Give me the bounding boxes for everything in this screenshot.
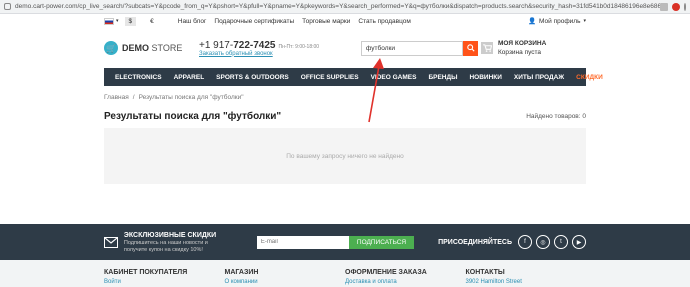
search-button[interactable] (463, 40, 478, 56)
lock-icon (4, 3, 11, 10)
top-links: Наш блог Подарочные сертификаты Торговые… (178, 18, 411, 25)
logo-light-text: STORE (151, 43, 183, 53)
footer-heading: КАБИНЕТ ПОКУПАТЕЛЯ (104, 269, 188, 276)
main-nav: ELECTRONICS APPAREL SPORTS & OUTDOORS OF… (104, 68, 603, 86)
cart-widget[interactable]: МОЯ КОРЗИНА Корзина пуста (481, 39, 546, 57)
breadcrumb: Главная / Результаты поиска для "футболк… (0, 94, 690, 101)
profile-menu[interactable]: 👤 Мой профиль ▾ (527, 17, 586, 26)
footer-link[interactable]: Доставка и оплата (345, 279, 466, 285)
browser-extensions (660, 2, 686, 11)
footer-col-store: МАГАЗИН О компании (225, 269, 346, 287)
nav-item-electronics[interactable]: ELECTRONICS (109, 74, 168, 81)
nav-item-new[interactable]: НОВИНКИ (463, 74, 507, 81)
footer: КАБИНЕТ ПОКУПАТЕЛЯ Войти МАГАЗИН О компа… (0, 260, 690, 287)
nav-item-video-games[interactable]: VIDEO GAMES (365, 74, 423, 81)
search-input[interactable] (361, 40, 463, 56)
footer-heading: КОНТАКТЫ (465, 269, 505, 276)
cart-status: Корзина пуста (498, 49, 542, 56)
link-become-vendor[interactable]: Стать продавцом (358, 18, 410, 25)
extension-icon[interactable] (672, 2, 680, 11)
breadcrumb-home[interactable]: Главная (104, 94, 129, 101)
nav-item-bestsellers[interactable]: ХИТЫ ПРОДАЖ (508, 74, 570, 81)
phone-number: 722-7425 (233, 39, 276, 51)
footer-link[interactable]: 3902 Hamilton Street (466, 279, 587, 285)
footer-col-checkout: ОФОРМЛЕНИЕ ЗАКАЗА Доставка и оплата (345, 269, 466, 287)
subscribe-band: ЭКСКЛЮЗИВНЫЕ СКИДКИ Подпишитесь на наши … (0, 224, 690, 260)
work-hours: Пн-Пт: 9:00-18:00 (278, 43, 320, 50)
cart-icon (481, 42, 493, 54)
subscribe-button[interactable]: ПОДПИСАТЬСЯ (348, 235, 415, 249)
currency-usd[interactable]: $ (124, 16, 137, 26)
cart-title: МОЯ КОРЗИНА (498, 40, 547, 47)
nav-item-sale[interactable]: СКИДКИ (570, 74, 609, 81)
phone-prefix: +1 917- (199, 39, 234, 51)
link-blog[interactable]: Наш блог (178, 18, 207, 25)
subscribe-desc-line2: получите купон на скидку 10%! (123, 246, 203, 253)
empty-results-message: По вашему запросу ничего не найдено (104, 128, 586, 184)
nav-item-apparel[interactable]: APPAREL (168, 74, 211, 81)
phone-block: +1 917-722-7425 Пн-Пт: 9:00-18:00 Заказат… (199, 40, 361, 57)
logo[interactable]: 🛒 DEMO STORE (104, 41, 199, 55)
footer-col-contacts: КОНТАКТЫ 3902 Hamilton Street (466, 269, 587, 287)
menu-icon[interactable] (684, 2, 686, 11)
address-field[interactable]: demo.cart-power.com/cp_live_search/?subc… (15, 3, 660, 10)
page-title: Результаты поиска для "футболки" (104, 111, 282, 122)
logo-bold-text: DEMO (122, 43, 149, 53)
instagram-icon[interactable]: ◎ (536, 235, 550, 249)
join-label: ПРИСОЕДИНЯЙТЕСЬ (438, 238, 512, 246)
language-chevron-icon[interactable]: ▾ (116, 18, 119, 24)
facebook-icon[interactable]: f (518, 235, 532, 249)
twitter-icon[interactable]: t (554, 235, 568, 249)
mail-icon (104, 236, 118, 248)
currency-eur[interactable]: € (146, 17, 158, 26)
search-bar (361, 40, 478, 56)
subscribe-desc-line1: Подпишитесь на наши новости и (123, 239, 208, 246)
star-icon[interactable] (660, 2, 668, 11)
breadcrumb-current: Результаты поиска для "футболки" (138, 94, 244, 101)
callback-link[interactable]: Заказать обратный звонок (199, 51, 361, 57)
found-count: Найдено товаров: 0 (526, 113, 586, 120)
header: 🛒 DEMO STORE +1 917-722-7425 Пн-Пт: 9:00-… (0, 28, 690, 68)
browser-url-bar: demo.cart-power.com/cp_live_search/?subc… (0, 0, 690, 14)
subscribe-title: ЭКСКЛЮЗИВНЫЕ СКИДКИ (123, 231, 217, 239)
search-icon (466, 44, 475, 52)
currency-switcher: $ € (124, 16, 158, 26)
link-gift-certificates[interactable]: Подарочные сертификаты (214, 18, 294, 25)
cart-logo-icon: 🛒 (104, 41, 118, 55)
language-flag-icon[interactable] (104, 17, 114, 25)
footer-col-account: КАБИНЕТ ПОКУПАТЕЛЯ Войти (104, 269, 225, 287)
breadcrumb-separator: / (132, 94, 135, 101)
nav-item-brands[interactable]: БРЕНДЫ (422, 74, 463, 81)
nav-item-sports[interactable]: SPORTS & OUTDOORS (210, 74, 295, 81)
results-header: Результаты поиска для "футболки" Найдено… (0, 111, 690, 122)
chevron-down-icon: ▾ (583, 18, 586, 24)
social-links: f ◎ t ▶ (518, 235, 586, 249)
nav-item-office[interactable]: OFFICE SUPPLIES (295, 74, 365, 81)
footer-heading: МАГАЗИН (224, 269, 259, 276)
user-icon: 👤 (527, 18, 537, 25)
link-brands[interactable]: Торговые марки (302, 18, 350, 25)
footer-heading: ОФОРМЛЕНИЕ ЗАКАЗА (345, 269, 427, 276)
footer-link[interactable]: О компании (225, 279, 346, 285)
top-bar: ▾ $ € Наш блог Подарочные сертификаты То… (0, 14, 690, 28)
email-field[interactable] (256, 235, 349, 249)
profile-label: Мой профиль (539, 17, 581, 25)
footer-link[interactable]: Войти (104, 279, 225, 285)
youtube-icon[interactable]: ▶ (572, 235, 586, 249)
